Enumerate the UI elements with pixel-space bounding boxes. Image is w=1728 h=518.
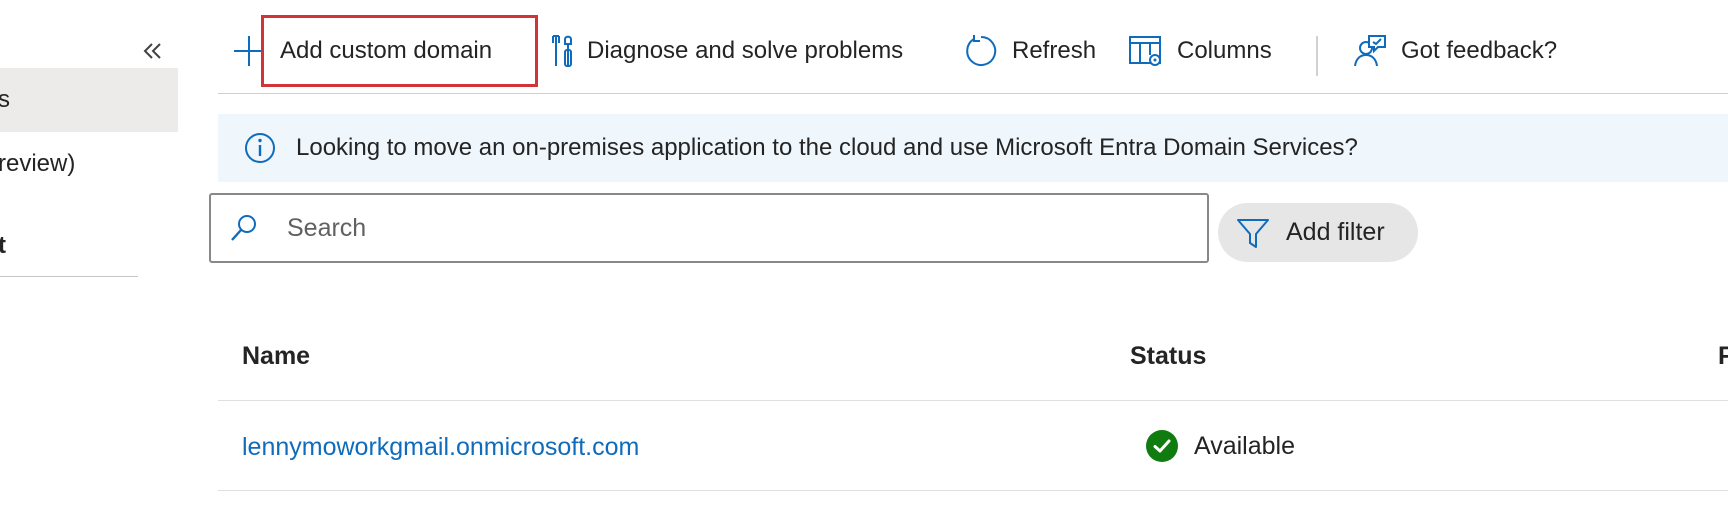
diagnose-button[interactable]: Diagnose and solve problems	[551, 14, 903, 88]
refresh-label: Refresh	[1012, 37, 1097, 64]
toolbar-divider	[218, 93, 1728, 94]
sidebar-divider	[0, 276, 138, 277]
sidebar-section-label: t	[0, 232, 6, 259]
columns-label: Columns	[1177, 37, 1272, 64]
info-banner-text: Looking to move an on-premises applicati…	[296, 134, 1358, 161]
status-text: Available	[1194, 431, 1296, 460]
sidebar-section-heading: t	[0, 232, 6, 260]
domain-name-link[interactable]: lennymoworkgmail.onmicrosoft.com	[242, 433, 639, 462]
header-divider	[218, 400, 1728, 401]
checkmark-circle-icon	[1146, 430, 1178, 462]
add-filter-label: Add filter	[1286, 218, 1385, 246]
sidebar-item-active[interactable]: s	[0, 68, 178, 132]
feedback-button[interactable]: Got feedback?	[1353, 14, 1557, 88]
columns-settings-icon	[1129, 35, 1163, 67]
info-banner[interactable]: Looking to move an on-premises applicati…	[218, 114, 1728, 182]
column-header-status[interactable]: Status	[1130, 342, 1206, 371]
info-icon	[244, 132, 276, 164]
feedback-person-icon	[1353, 34, 1387, 68]
add-filter-button[interactable]: Add filter	[1218, 203, 1418, 262]
refresh-icon	[964, 34, 998, 68]
diagnose-label: Diagnose and solve problems	[587, 37, 904, 64]
filter-icon	[1236, 217, 1270, 249]
double-chevron-left-icon	[143, 43, 161, 59]
sidebar-item-preview[interactable]: review)	[0, 150, 75, 178]
row-divider	[218, 490, 1728, 491]
collapse-sidebar-button[interactable]	[140, 38, 166, 64]
refresh-button[interactable]: Refresh	[964, 14, 1096, 88]
toolbar-separator	[1316, 36, 1318, 76]
column-header-name[interactable]: Name	[242, 342, 310, 371]
status-cell: Available	[1146, 430, 1295, 462]
feedback-label: Got feedback?	[1401, 37, 1558, 64]
wrench-icon	[551, 34, 573, 68]
sidebar-item-label: review)	[0, 150, 76, 177]
highlight-box	[261, 15, 538, 87]
search-input[interactable]	[285, 212, 1169, 244]
sidebar-item-label: s	[0, 86, 10, 113]
search-icon	[229, 213, 259, 243]
search-box[interactable]	[209, 193, 1209, 263]
columns-button[interactable]: Columns	[1129, 14, 1272, 88]
column-header-partial[interactable]: F	[1718, 342, 1728, 371]
